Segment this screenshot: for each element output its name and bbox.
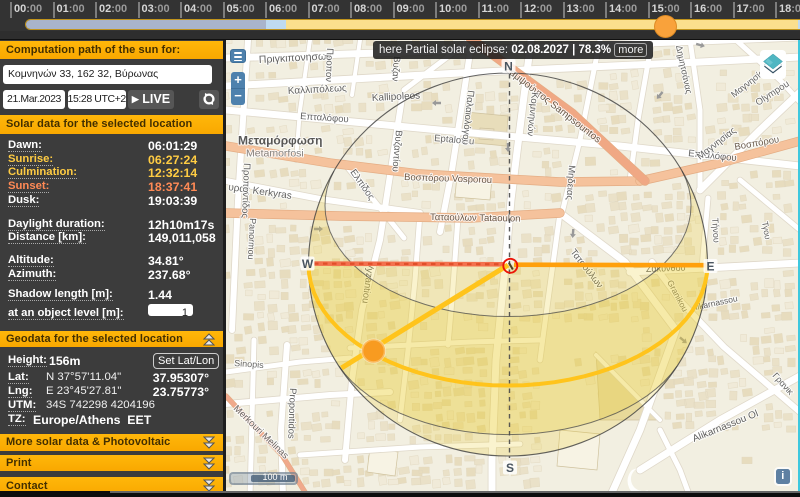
svg-text:N: N bbox=[504, 59, 513, 73]
svg-text:Προποντίδος: Προποντίδος bbox=[239, 163, 252, 219]
svg-text:Προπον: Προπον bbox=[323, 48, 335, 82]
svg-text:Ταταούλων Tataoulon: Ταταούλων Tataoulon bbox=[430, 212, 521, 225]
svg-text:W: W bbox=[302, 257, 314, 271]
svg-text:Τήνου: Τήνου bbox=[710, 217, 722, 243]
svg-text:Μεταμόρφωση: Μεταμόρφωση bbox=[238, 134, 322, 148]
svg-text:S: S bbox=[506, 461, 514, 475]
svg-text:Propontidos: Propontidos bbox=[285, 388, 298, 439]
svg-text:Βυζαν: Βυζαν bbox=[389, 56, 402, 82]
svg-text:E: E bbox=[706, 259, 714, 273]
svg-text:Metamorfosi: Metamorfosi bbox=[246, 148, 304, 160]
svg-text:Sinopis: Sinopis bbox=[234, 358, 265, 370]
